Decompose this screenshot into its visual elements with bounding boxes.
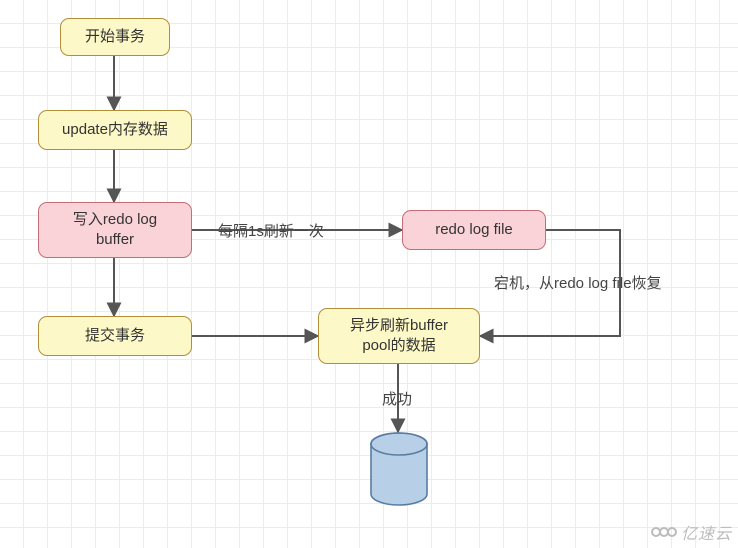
watermark: 亿速云 xyxy=(651,520,732,544)
node-commit: 提交事务 xyxy=(38,316,192,356)
node-async-flush: 异步刷新buffer pool的数据 xyxy=(318,308,480,364)
watermark-cloud-icon xyxy=(651,524,677,540)
edge-label-refresh-1s: 每隔1s刷新一次 xyxy=(218,220,324,241)
node-redo-buffer: 写入redo log buffer xyxy=(38,202,192,258)
edge-label-success: 成功 xyxy=(382,388,412,409)
node-update: update内存数据 xyxy=(38,110,192,150)
edge-label-crash-recover: 宕机，从redo log file恢复 xyxy=(494,272,662,293)
node-start: 开始事务 xyxy=(60,18,170,56)
watermark-text: 亿速云 xyxy=(681,520,732,544)
node-db-cylinder xyxy=(368,432,430,510)
diagram-canvas: 开始事务 update内存数据 写入redo log buffer 提交事务 r… xyxy=(0,0,738,548)
node-redo-file: redo log file xyxy=(402,210,546,250)
